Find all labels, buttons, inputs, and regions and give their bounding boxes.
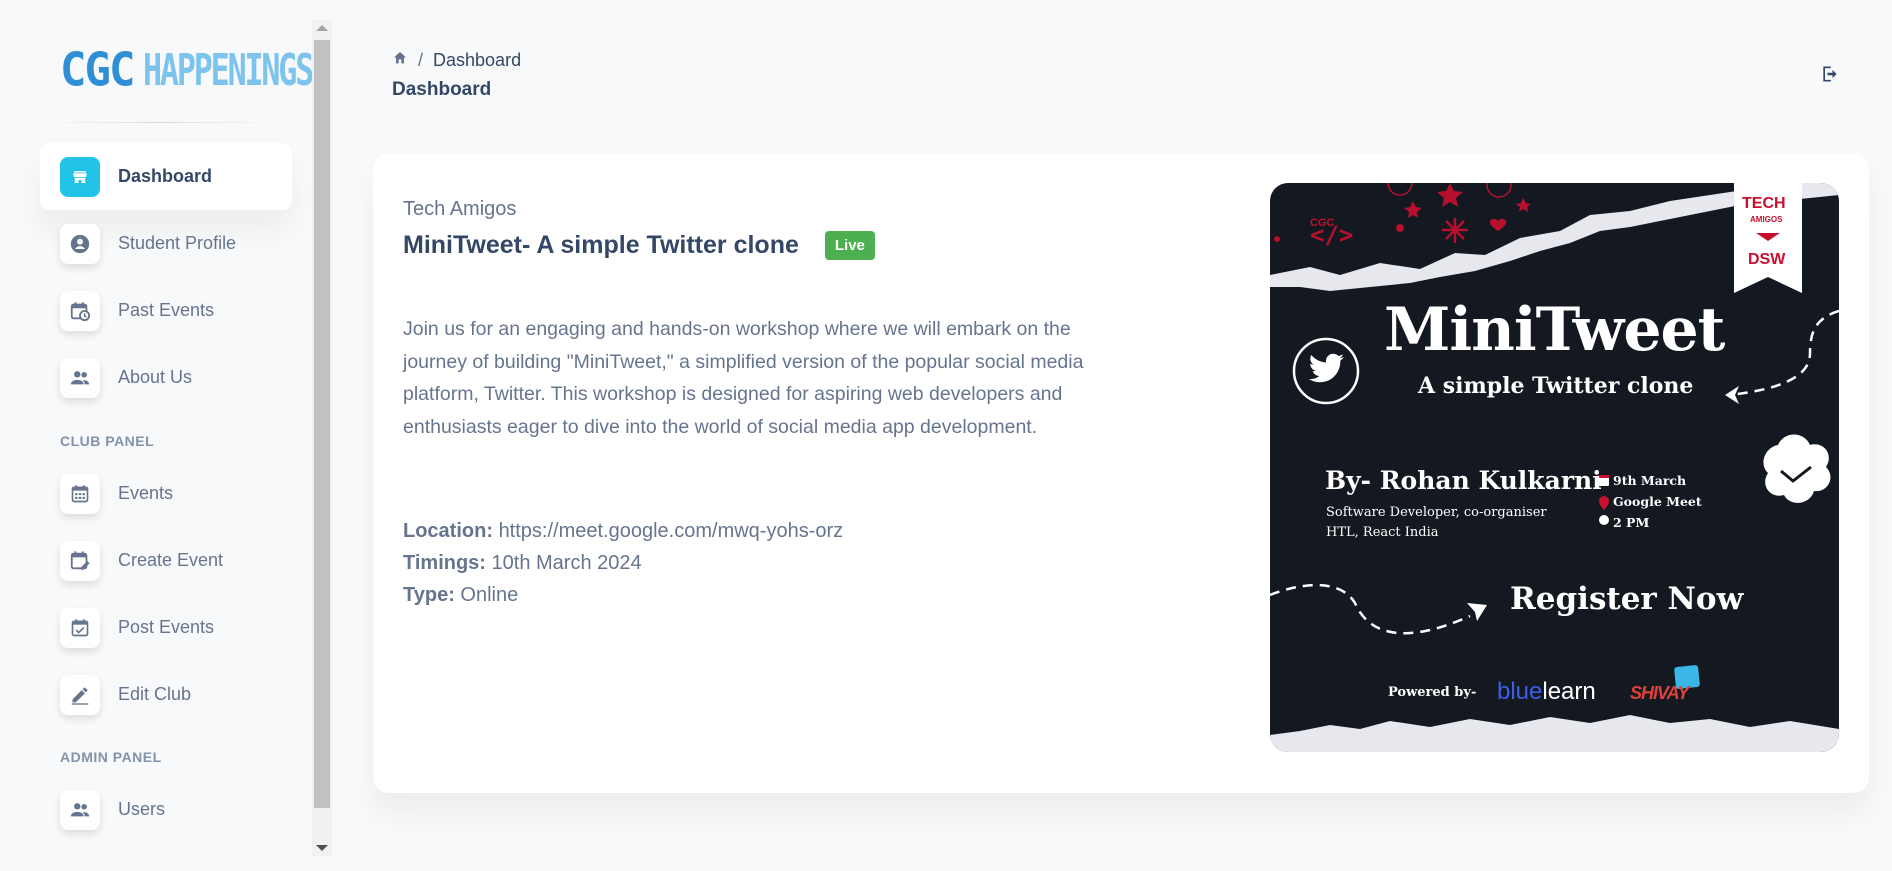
sidebar-item-label: Users [118, 799, 166, 819]
people-icon [60, 789, 100, 830]
people-icon [60, 357, 100, 398]
admin-panel-title: ADMIN PANEL [60, 749, 162, 765]
scroll-up-arrow[interactable] [316, 25, 328, 31]
poster-badge-mid: AMIGOS [1750, 215, 1783, 224]
sidebar-item-label: Student Profile [118, 233, 237, 253]
sidebar-item-about-us[interactable]: About Us [40, 344, 292, 411]
poster-speaker: By- Rohan Kulkarni [1325, 466, 1602, 495]
event-card: Tech Amigos MiniTweet- A simple Twitter … [373, 153, 1869, 793]
calendar-history-icon [60, 290, 100, 331]
poster-sponsor-1-a: blue [1497, 678, 1543, 705]
poster-sponsor-1-b: learn [1542, 678, 1596, 705]
event-poster: </> CGC TECH AMIGOS DSW MiniTweet A simp… [1270, 183, 1839, 752]
poster-time: 2 PM [1613, 515, 1650, 530]
club-name: Tech Amigos [403, 198, 517, 220]
calendar-check-icon [60, 607, 100, 648]
poster-badge-bottom: DSW [1748, 251, 1786, 268]
event-description: Join us for an engaging and hands-on wor… [403, 318, 1084, 438]
type-value: Online [460, 584, 519, 606]
scroll-thumb[interactable] [314, 40, 330, 808]
sidebar-item-label: Edit Club [118, 684, 192, 704]
poster-org-small: CGC [1310, 217, 1335, 229]
location-label: Location: [403, 520, 493, 542]
sidebar-item-edit-club[interactable]: Edit Club [40, 661, 292, 728]
sidebar-item-users[interactable]: Users [40, 776, 292, 843]
sidebar-item-label: Post Events [118, 617, 215, 637]
breadcrumb: / Dashboard [392, 50, 521, 71]
poster-badge-top: TECH [1742, 195, 1786, 212]
sidebar-scrollbar[interactable] [312, 20, 332, 856]
event-type: Type: Online [403, 584, 518, 607]
breadcrumb-separator: / [418, 50, 424, 70]
sidebar-item-events[interactable]: Events [40, 460, 292, 527]
poster-speaker-role-1: Software Developer, co-organiser [1326, 505, 1547, 520]
sidebar-item-label: Dashboard [118, 166, 213, 186]
account-circle-icon [60, 223, 100, 264]
sidebar: CGC HAPPENINGS Dashboard Student Profile… [0, 0, 315, 871]
logo-secondary: HAPPENINGS [143, 44, 314, 96]
sidebar-item-dashboard[interactable]: Dashboard [40, 143, 292, 210]
status-badge: Live [824, 231, 875, 260]
poster-powered-by: Powered by- [1388, 685, 1477, 700]
event-title: MiniTweet- A simple Twitter clone [403, 231, 799, 259]
scroll-down-arrow[interactable] [316, 845, 328, 851]
poster-cta: Register Now [1510, 581, 1744, 617]
breadcrumb-current: Dashboard [433, 50, 522, 70]
poster-title: MiniTweet [1384, 295, 1725, 365]
event-timings: Timings: 10th March 2024 [403, 552, 642, 575]
pencil-icon [60, 674, 100, 715]
sidebar-item-post-events[interactable]: Post Events [40, 594, 292, 661]
sidebar-item-past-events[interactable]: Past Events [40, 277, 292, 344]
sidebar-item-label: About Us [118, 367, 193, 387]
event-title-row: MiniTweet- A simple Twitter clone Live [403, 231, 875, 260]
poster-sponsor-2: SHIVAY [1630, 683, 1689, 703]
sidebar-item-create-event[interactable]: Create Event [40, 527, 292, 594]
logo-primary: CGC [60, 43, 135, 97]
sidebar-divider [40, 122, 280, 123]
timings-value: 10th March 2024 [491, 552, 642, 574]
calendar-edit-icon [60, 540, 100, 581]
timings-label: Timings: [403, 552, 486, 574]
event-location: Location: https://meet.google.com/mwq-yo… [403, 520, 843, 543]
sidebar-item-label: Events [118, 483, 174, 503]
storefront-icon [60, 156, 100, 197]
sidebar-item-label: Create Event [118, 550, 224, 570]
home-icon[interactable] [392, 50, 408, 71]
logout-icon[interactable] [1820, 64, 1842, 86]
type-label: Type: [403, 584, 455, 606]
location-value[interactable]: https://meet.google.com/mwq-yohs-orz [499, 520, 844, 542]
calendar-icon [60, 473, 100, 514]
poster-speaker-role-2: HTL, React India [1326, 525, 1439, 540]
page-title: Dashboard [392, 79, 492, 100]
poster-sponsor-1: bluelearn [1497, 678, 1596, 706]
poster-subtitle: A simple Twitter clone [1418, 373, 1694, 399]
sidebar-item-student-profile[interactable]: Student Profile [40, 210, 292, 277]
poster-date: 9th March [1613, 473, 1687, 488]
sidebar-item-label: Past Events [118, 300, 215, 320]
club-panel-title: CLUB PANEL [60, 433, 155, 449]
poster-platform: Google Meet [1613, 494, 1702, 509]
